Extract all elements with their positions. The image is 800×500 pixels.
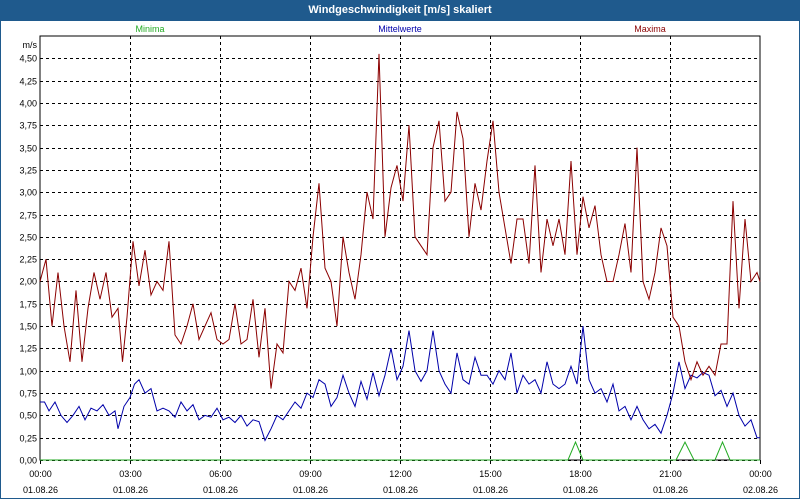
x-tick-date: 01.08.26	[653, 485, 688, 495]
y-tick-label: 0,25	[19, 434, 37, 444]
y-tick-label: 2,75	[19, 211, 37, 221]
x-tick-date: 01.08.26	[473, 485, 508, 495]
y-tick-label: 1,00	[19, 367, 37, 377]
y-tick-label: 4,00	[19, 99, 37, 109]
x-tick-date: 01.08.26	[293, 485, 328, 495]
x-tick-date: 01.08.26	[23, 485, 58, 495]
x-tick-time: 21:00	[659, 469, 682, 479]
x-tick-time: 12:00	[389, 469, 412, 479]
x-tick-time: 18:00	[569, 469, 592, 479]
y-tick-label: 1,25	[19, 344, 37, 354]
y-tick-label: 3,25	[19, 166, 37, 176]
legend-maxima: Maxima	[634, 24, 666, 34]
y-tick-label: 1,75	[19, 300, 37, 310]
x-tick-date: 02.08.26	[743, 485, 778, 495]
y-axis-label: m/s	[23, 40, 38, 50]
x-tick-date: 01.08.26	[203, 485, 238, 495]
y-tick-label: 3,75	[19, 121, 37, 131]
x-tick-date: 01.08.26	[563, 485, 598, 495]
wind-speed-chart: 0,00 0,25 0,50 0,75 1,00 1,25 1,50 1,75 2,00 2,25…	[19, 24, 778, 495]
y-tick-label: 2,25	[19, 255, 37, 265]
y-tick-label: 2,50	[19, 233, 37, 243]
y-tick-label: 1,50	[19, 322, 37, 332]
x-tick-date: 01.08.26	[383, 485, 418, 495]
x-tick-time: 03:00	[119, 469, 142, 479]
x-tick-time: 15:00	[479, 469, 502, 479]
x-tick-date: 01.08.26	[113, 485, 148, 495]
y-tick-label: 4,25	[19, 77, 37, 87]
y-tick-label: 0,50	[19, 411, 37, 421]
x-tick-time: 09:00	[299, 469, 322, 479]
y-tick-label: 4,50	[19, 54, 37, 64]
x-tick-time: 00:00	[749, 469, 772, 479]
x-tick-time: 00:00	[29, 469, 52, 479]
y-tick-label: 3,00	[19, 188, 37, 198]
y-tick-label: 3,50	[19, 144, 37, 154]
y-tick-label: 0,00	[19, 456, 37, 466]
y-tick-label: 2,00	[19, 277, 37, 287]
x-tick-time: 06:00	[209, 469, 232, 479]
legend-mittelwerte: Mittelwerte	[378, 24, 422, 34]
legend-minima: Minima	[135, 24, 164, 34]
y-tick-label: 0,75	[19, 389, 37, 399]
